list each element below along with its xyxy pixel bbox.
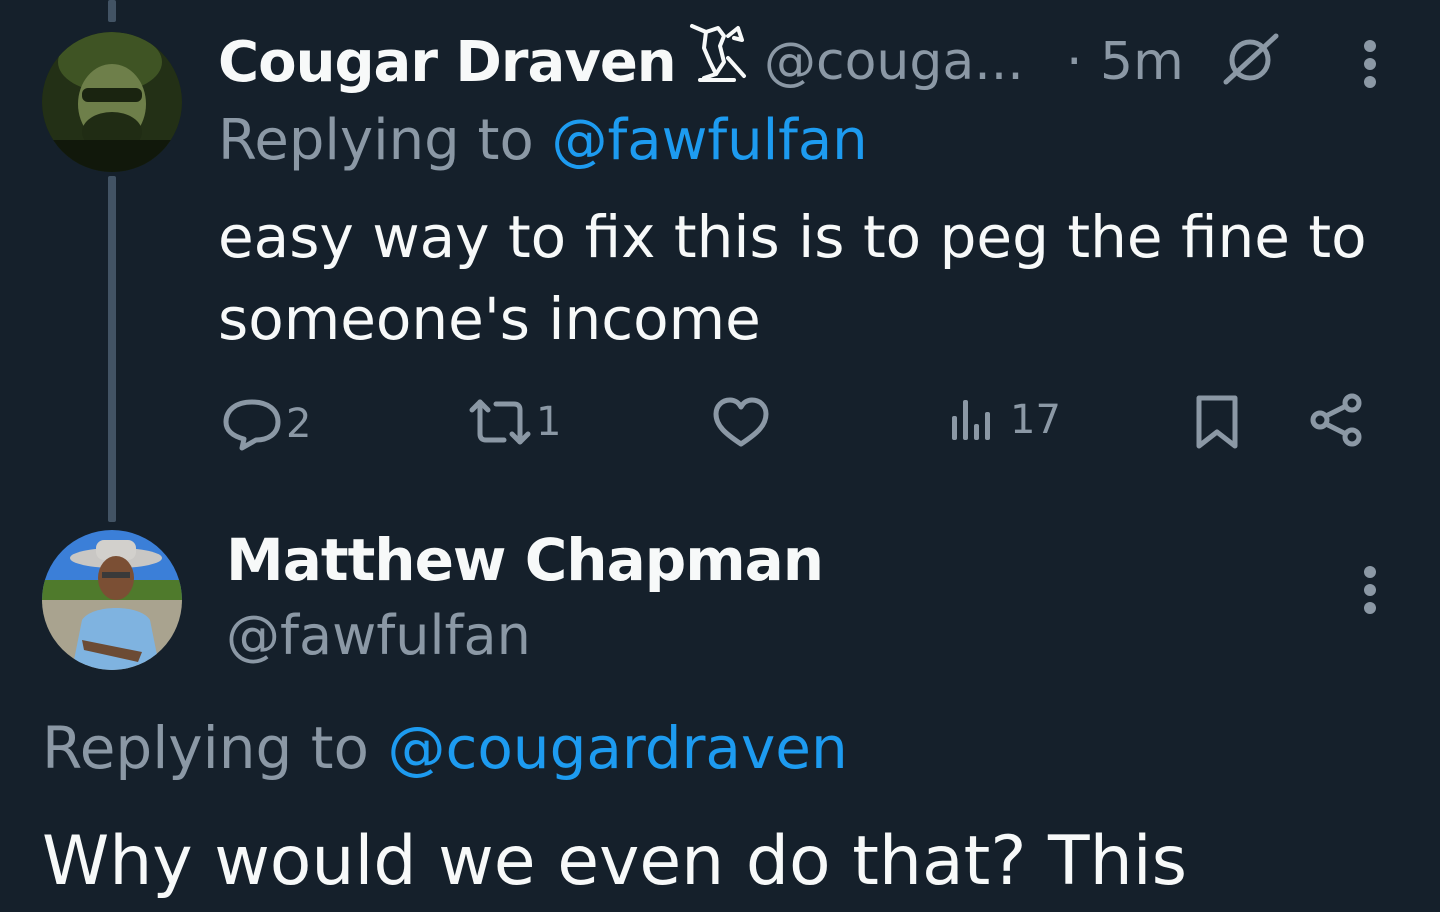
reply-button[interactable]: 2 <box>222 396 311 452</box>
reply-count: 2 <box>286 401 312 447</box>
display-name[interactable]: Cougar Draven <box>218 30 677 95</box>
views-count: 17 <box>1010 397 1061 443</box>
bookmark-icon <box>1194 394 1240 450</box>
share-button[interactable] <box>1308 392 1364 448</box>
separator-dot: · <box>1066 32 1083 92</box>
replying-prefix: Replying to <box>218 108 534 173</box>
more-icon[interactable] <box>1360 566 1380 620</box>
bird-badge-icon <box>684 18 750 88</box>
replying-prefix: Replying to <box>42 714 369 782</box>
replying-handle-link[interactable]: @fawfulfan <box>552 108 868 173</box>
replying-to: Replying to @cougardraven <box>42 714 848 782</box>
retweet-button[interactable]: 1 <box>466 396 561 448</box>
avatar[interactable] <box>42 530 182 670</box>
handle[interactable]: @fawfulfan <box>226 604 531 667</box>
tweet-text: easy way to fix this is to peg the fine … <box>218 196 1367 360</box>
share-icon <box>1308 392 1364 448</box>
thread-line <box>108 176 116 522</box>
display-name[interactable]: Matthew Chapman <box>226 526 824 594</box>
like-icon <box>712 396 770 448</box>
handle[interactable]: @couga... <box>764 32 1024 92</box>
retweet-icon <box>466 396 534 448</box>
retweet-count: 1 <box>536 399 562 445</box>
tweet-text: Why would we even do that? This <box>42 822 1188 901</box>
views-button[interactable]: 17 <box>948 396 1061 444</box>
community-note-icon[interactable] <box>1222 30 1280 90</box>
more-icon[interactable] <box>1360 40 1380 94</box>
tweet-text-line: easy way to fix this is to peg the fine … <box>218 203 1367 271</box>
tweet-text-line: someone's income <box>218 285 761 353</box>
reply-icon <box>222 396 282 452</box>
bookmark-button[interactable] <box>1194 394 1240 450</box>
thread-line-top <box>108 0 116 22</box>
timestamp[interactable]: 5m <box>1100 32 1184 92</box>
views-icon <box>948 396 996 444</box>
avatar[interactable] <box>42 32 182 172</box>
like-button[interactable] <box>712 396 770 448</box>
replying-to: Replying to @fawfulfan <box>218 108 868 173</box>
replying-handle-link[interactable]: @cougardraven <box>387 714 847 782</box>
